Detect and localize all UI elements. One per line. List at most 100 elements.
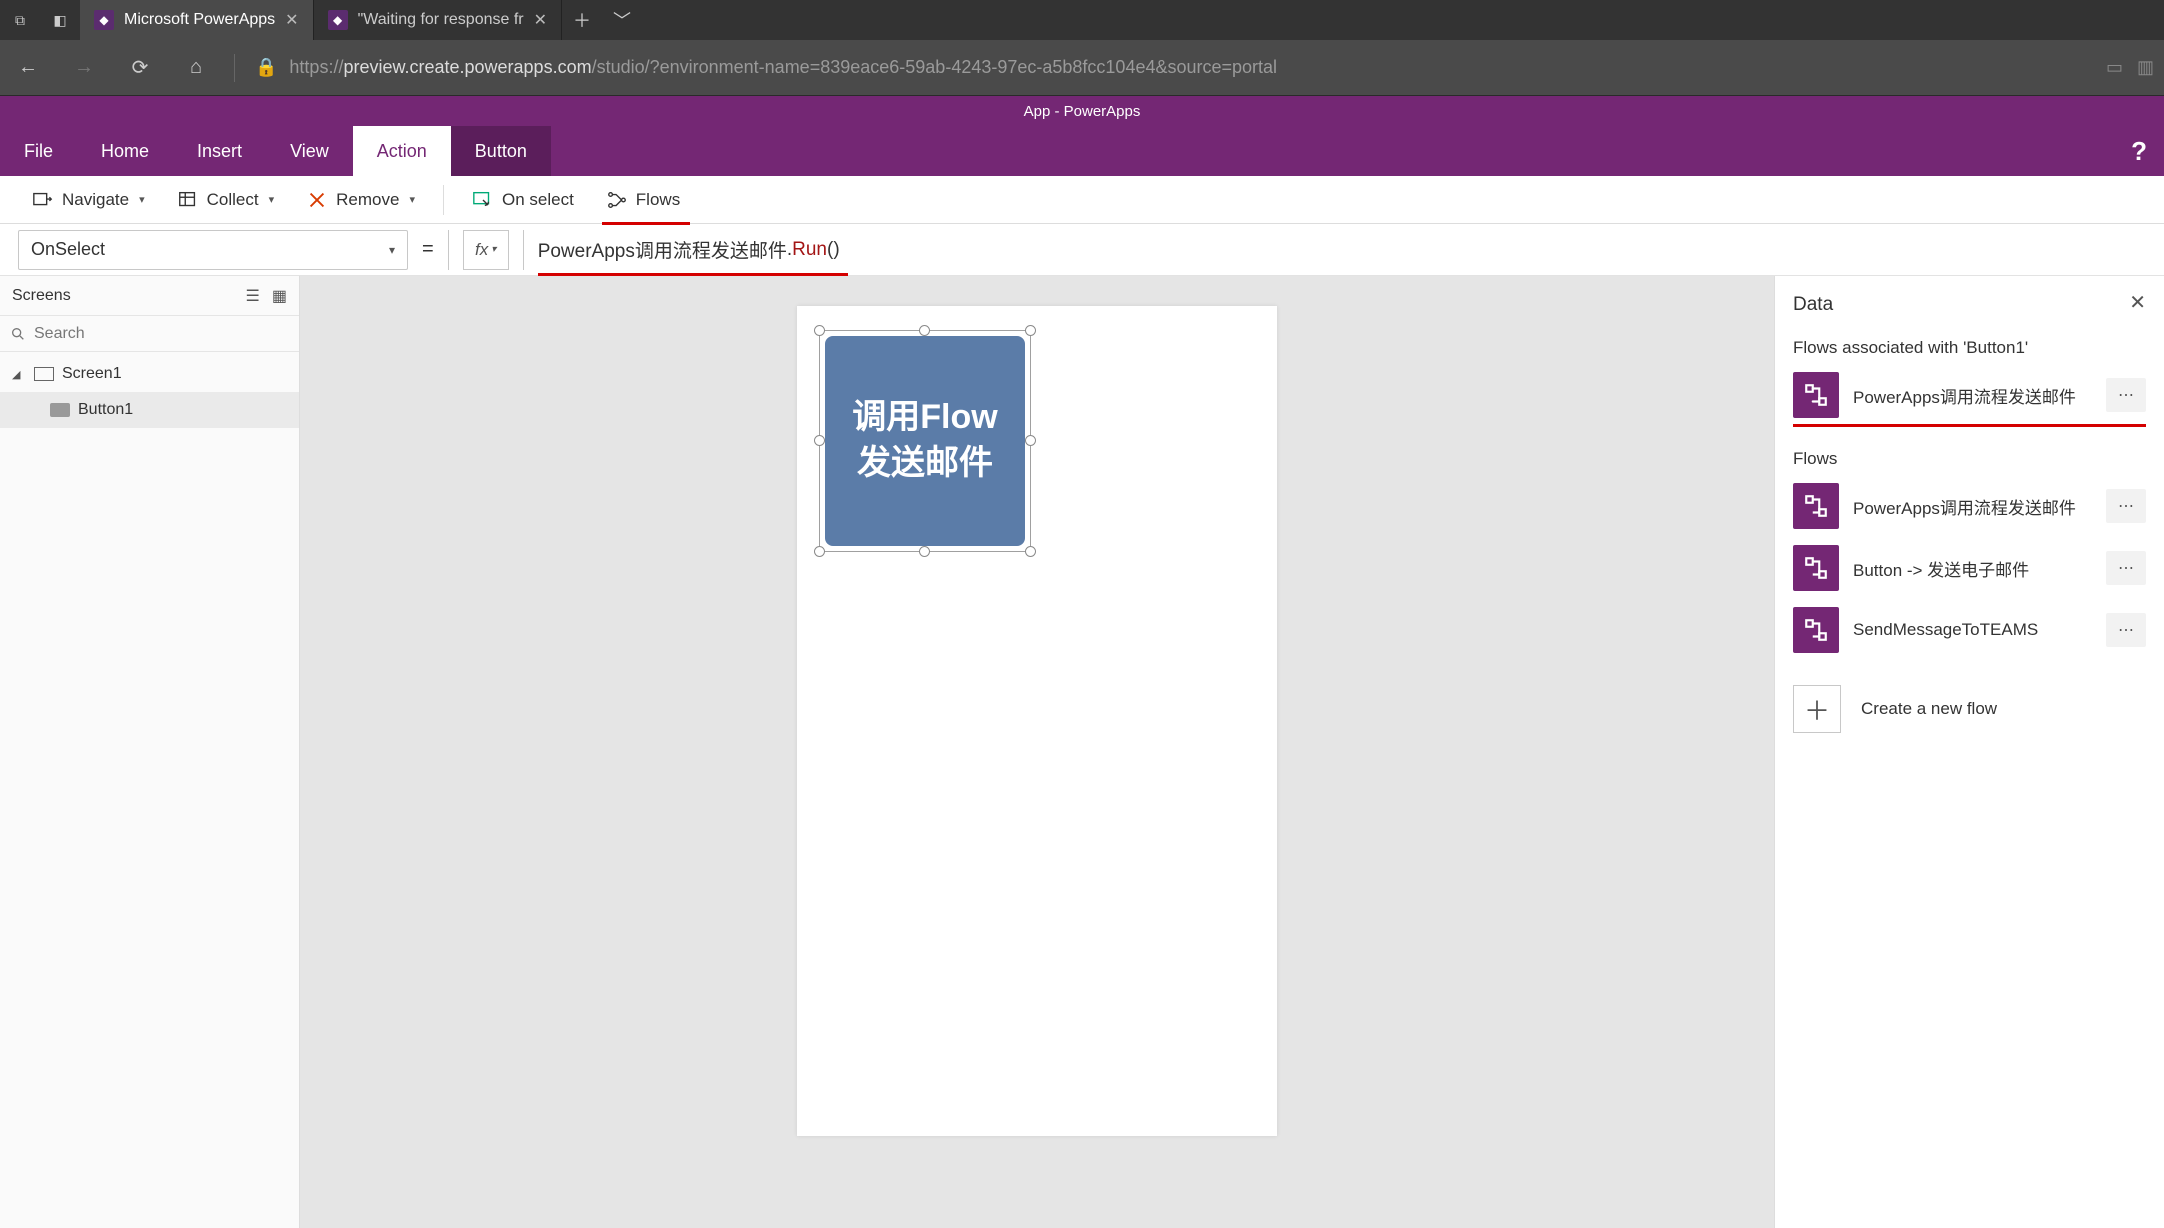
- remove-action[interactable]: Remove ▾: [294, 176, 427, 223]
- navigate-icon: [32, 189, 54, 211]
- ribbon-tab-button-context[interactable]: Button: [451, 126, 551, 176]
- design-canvas[interactable]: 调用Flow 发送邮件: [300, 276, 1774, 1228]
- remove-label: Remove: [336, 190, 399, 210]
- fx-button[interactable]: fx▾: [463, 230, 509, 270]
- formula-identifier: PowerApps调用流程发送邮件: [538, 236, 787, 263]
- app-title-bar: App - PowerApps: [0, 96, 2164, 126]
- navigate-action[interactable]: Navigate ▾: [20, 176, 157, 223]
- formula-bar: OnSelect ▾ = fx▾ PowerApps调用流程发送邮件.Run(): [0, 224, 2164, 276]
- window-aside-icon[interactable]: ◧: [40, 0, 80, 40]
- flows-icon: [606, 189, 628, 211]
- canvas-button-control[interactable]: 调用Flow 发送邮件: [825, 336, 1025, 546]
- chevron-down-icon: ▾: [389, 243, 395, 257]
- data-panel-title: Data: [1793, 294, 2146, 316]
- thumbnail-view-icon[interactable]: ▦: [272, 286, 287, 306]
- browser-tab-1-title: "Waiting for response fr: [358, 11, 524, 29]
- url-path: /studio/?environment-name=839eace6-59ab-…: [592, 57, 1277, 77]
- screens-tree: ◢ Screen1 Button1: [0, 352, 299, 432]
- flow-more-button[interactable]: ⋯: [2106, 489, 2146, 523]
- ribbon-tab-file[interactable]: File: [0, 126, 77, 176]
- remove-icon: [306, 189, 328, 211]
- flow-row[interactable]: SendMessageToTEAMS ⋯: [1793, 605, 2146, 655]
- browser-tab-0[interactable]: ◆ Microsoft PowerApps ✕: [80, 0, 314, 40]
- new-tab-button[interactable]: ＋: [562, 0, 602, 40]
- tabs-menu-button[interactable]: ﹀: [602, 0, 642, 40]
- refresh-button[interactable]: ⟳: [122, 50, 158, 86]
- powerapps-favicon: ◆: [94, 10, 114, 30]
- screens-panel: Screens ☰ ▦ Search ◢ Screen1 Button1: [0, 276, 300, 1228]
- resize-handle[interactable]: [1025, 546, 1036, 557]
- flow-more-button[interactable]: ⋯: [2106, 613, 2146, 647]
- tree-item-label: Button1: [78, 401, 133, 419]
- window-tabs-icon[interactable]: ⧉: [0, 0, 40, 40]
- browser-tabstrip: ◆ Microsoft PowerApps ✕ ◆ "Waiting for r…: [80, 0, 642, 40]
- navigate-label: Navigate: [62, 190, 129, 210]
- tree-view-icon[interactable]: ☰: [246, 286, 260, 306]
- collect-icon: [177, 189, 199, 211]
- browser-titlebar: ⧉ ◧ ◆ Microsoft PowerApps ✕ ◆ "Waiting f…: [0, 0, 2164, 40]
- main-workspace: Screens ☰ ▦ Search ◢ Screen1 Button1: [0, 276, 2164, 1228]
- flow-name: Button -> 发送电子邮件: [1853, 556, 2092, 581]
- resize-handle[interactable]: [919, 325, 930, 336]
- resize-handle[interactable]: [919, 546, 930, 557]
- ribbon-tab-view[interactable]: View: [266, 126, 353, 176]
- close-panel-button[interactable]: ✕: [2129, 290, 2146, 315]
- books-icon[interactable]: ▥: [2137, 57, 2154, 78]
- onselect-action[interactable]: On select: [460, 176, 586, 223]
- collect-label: Collect: [207, 190, 259, 210]
- button-text: 调用Flow 发送邮件: [852, 395, 997, 487]
- ribbon-tabstrip: File Home Insert View Action Button ?: [0, 126, 2164, 176]
- associated-flow-row[interactable]: PowerApps调用流程发送邮件 ⋯: [1793, 370, 2146, 420]
- resize-handle[interactable]: [814, 546, 825, 557]
- ribbon-tab-insert[interactable]: Insert: [173, 126, 266, 176]
- create-new-flow-button[interactable]: ＋ Create a new flow: [1793, 685, 2146, 733]
- app-title: App - PowerApps: [1024, 103, 1141, 120]
- resize-handle[interactable]: [1025, 325, 1036, 336]
- resize-handle[interactable]: [1025, 435, 1036, 446]
- ribbon-actions: Navigate ▾ Collect ▾ Remove ▾ On select …: [0, 176, 2164, 224]
- resize-handle[interactable]: [814, 325, 825, 336]
- flow-favicon: ◆: [328, 10, 348, 30]
- chevron-down-icon: ▾: [269, 193, 275, 206]
- flow-icon: [1793, 545, 1839, 591]
- forward-button[interactable]: →: [66, 50, 102, 86]
- reading-view-icon[interactable]: ▭: [2106, 57, 2123, 78]
- collect-action[interactable]: Collect ▾: [165, 176, 287, 223]
- flows-action[interactable]: Flows: [594, 176, 692, 223]
- screens-header-label: Screens: [12, 287, 71, 305]
- onselect-label: On select: [502, 190, 574, 210]
- flow-row[interactable]: Button -> 发送电子邮件 ⋯: [1793, 543, 2146, 593]
- tree-item-button1[interactable]: Button1: [0, 392, 299, 428]
- search-placeholder: Search: [34, 325, 85, 343]
- flow-row[interactable]: PowerApps调用流程发送邮件 ⋯: [1793, 481, 2146, 531]
- flow-icon: [1793, 483, 1839, 529]
- back-button[interactable]: ←: [10, 50, 46, 86]
- property-name: OnSelect: [31, 239, 105, 260]
- create-flow-label: Create a new flow: [1861, 699, 1997, 719]
- available-flows-header: Flows: [1793, 449, 2146, 469]
- flow-icon: [1793, 372, 1839, 418]
- tree-item-screen1[interactable]: ◢ Screen1: [0, 356, 299, 392]
- help-button[interactable]: ?: [2114, 126, 2164, 176]
- formula-input[interactable]: PowerApps调用流程发送邮件.Run(): [538, 230, 2146, 270]
- formula-method: Run: [792, 239, 827, 261]
- onselect-icon: [472, 189, 494, 211]
- flow-more-button[interactable]: ⋯: [2106, 378, 2146, 412]
- screens-search[interactable]: Search: [0, 316, 299, 352]
- plus-icon: ＋: [1793, 685, 1841, 733]
- flow-more-button[interactable]: ⋯: [2106, 551, 2146, 585]
- close-icon[interactable]: ✕: [534, 10, 547, 30]
- property-selector[interactable]: OnSelect ▾: [18, 230, 408, 270]
- url-display[interactable]: 🔒 https://preview.create.powerapps.com/s…: [255, 57, 2086, 78]
- flow-name: PowerApps调用流程发送邮件: [1853, 383, 2092, 408]
- home-button[interactable]: ⌂: [178, 50, 214, 86]
- ribbon-tab-home[interactable]: Home: [77, 126, 173, 176]
- collapse-icon[interactable]: ◢: [12, 368, 26, 381]
- close-icon[interactable]: ✕: [285, 10, 298, 30]
- browser-tab-1[interactable]: ◆ "Waiting for response fr ✕: [314, 0, 562, 40]
- resize-handle[interactable]: [814, 435, 825, 446]
- data-panel: Data ✕ Flows associated with 'Button1' P…: [1774, 276, 2164, 1228]
- screen-artboard[interactable]: 调用Flow 发送邮件: [797, 306, 1277, 1136]
- ribbon-tab-action[interactable]: Action: [353, 126, 451, 176]
- equals-sign: =: [422, 238, 434, 261]
